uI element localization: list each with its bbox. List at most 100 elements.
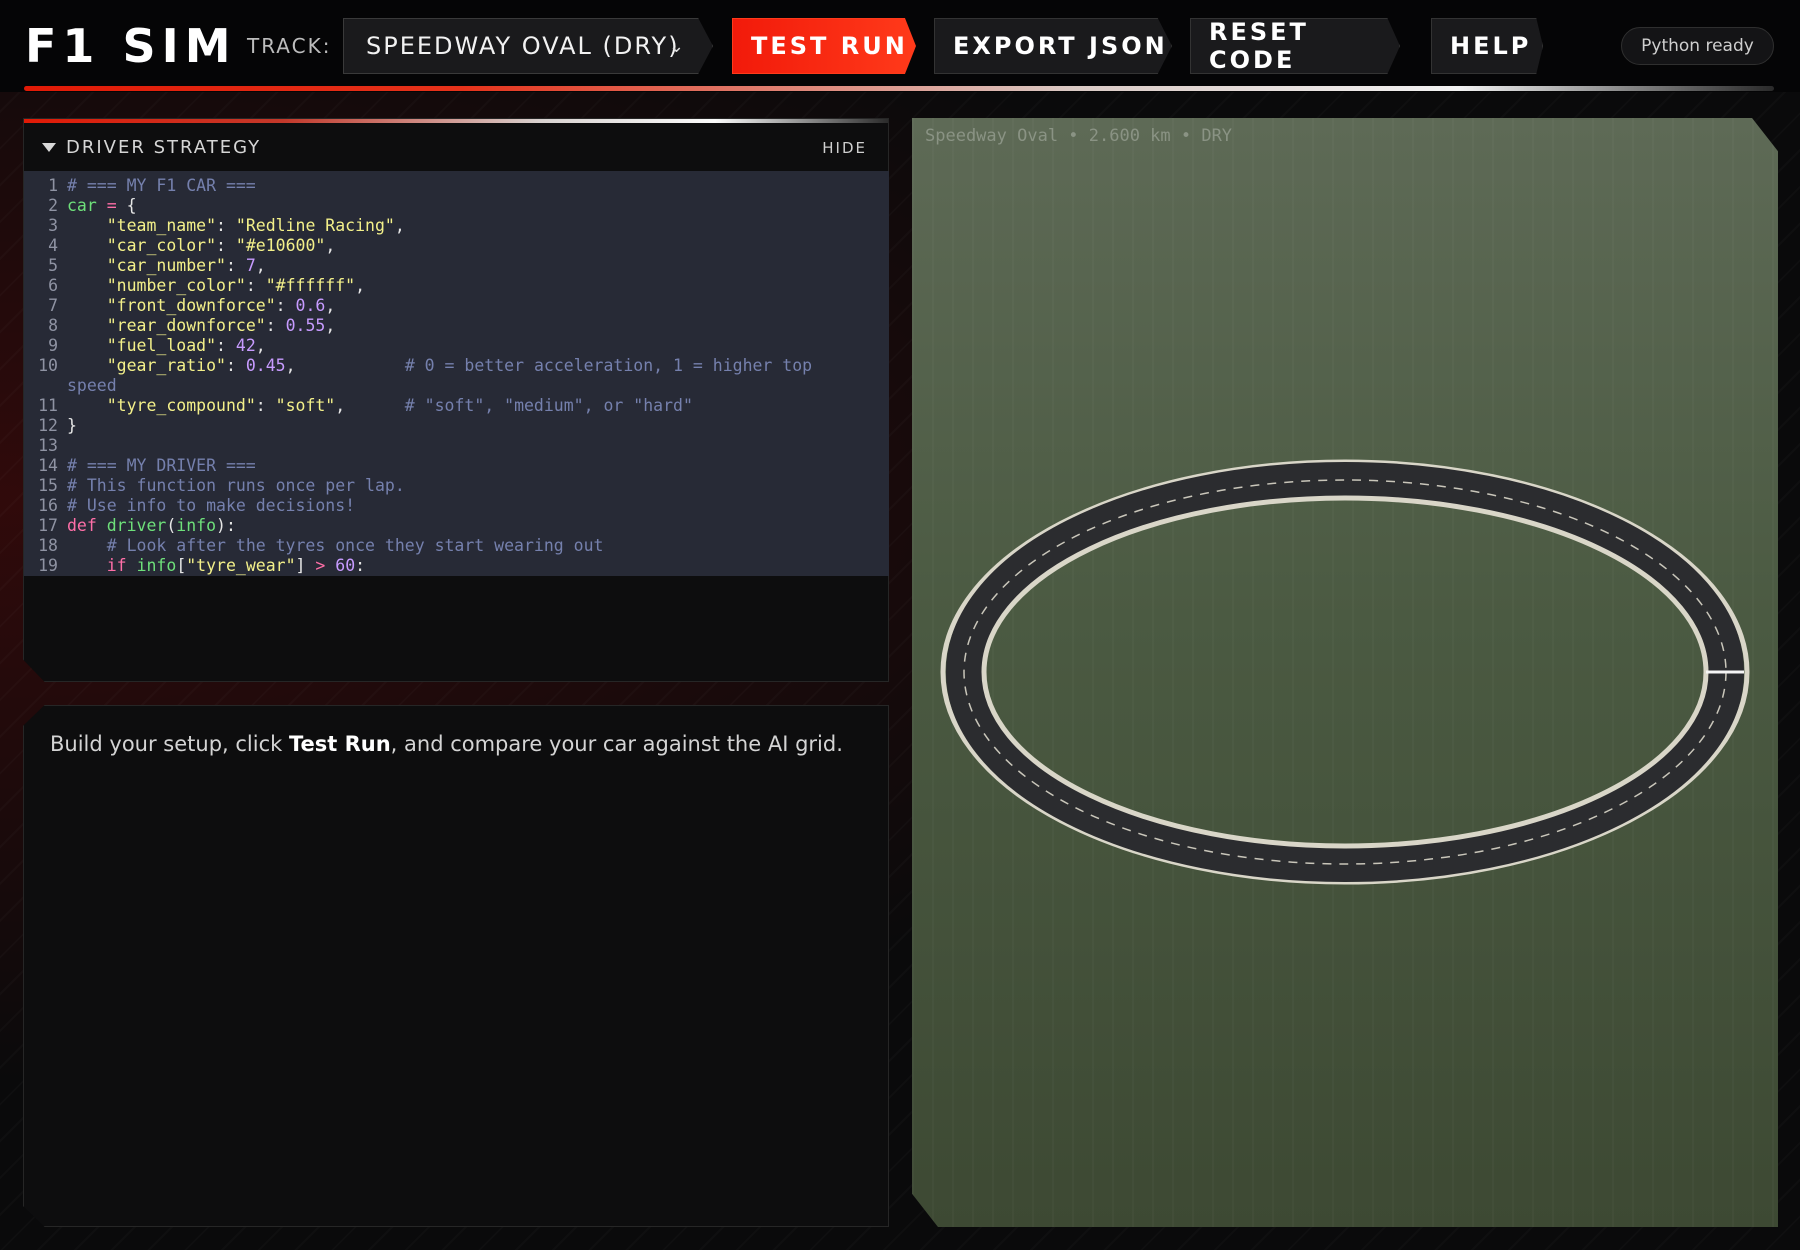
code-token: : bbox=[216, 236, 236, 255]
track-select[interactable]: SPEEDWAY OVAL (DRY) ⌄ bbox=[343, 18, 713, 74]
code-token: "tyre_compound" bbox=[67, 396, 256, 415]
code-line[interactable]: 6 "number_color": "#ffffff", bbox=[24, 276, 889, 296]
code-line[interactable]: 15 # This function runs once per lap. bbox=[24, 476, 889, 496]
instructions-text: Build your setup, click Test Run, and co… bbox=[50, 732, 843, 756]
code-token: # === MY DRIVER === bbox=[67, 456, 256, 475]
code-token: [ bbox=[176, 556, 187, 575]
strategy-panel-header[interactable]: DRIVER STRATEGY HIDE bbox=[24, 123, 888, 171]
code-line[interactable]: 1 # === MY F1 CAR === bbox=[24, 176, 889, 196]
code-token: : bbox=[265, 316, 286, 335]
code-token: # === MY F1 CAR === bbox=[67, 176, 256, 195]
code-line[interactable]: 8 "rear_downforce": 0.55, bbox=[24, 316, 889, 336]
line-number: 1 bbox=[48, 176, 58, 195]
collapse-triangle-icon[interactable] bbox=[42, 142, 56, 152]
help-button[interactable]: HELP bbox=[1431, 18, 1543, 74]
code-token: 42 bbox=[235, 336, 256, 355]
track-map bbox=[940, 459, 1750, 885]
code-text: "car_number": 7, bbox=[67, 256, 867, 276]
header-accent-line bbox=[24, 86, 1774, 91]
code-line[interactable]: 16 # Use info to make decisions! bbox=[24, 496, 889, 516]
line-number: 9 bbox=[48, 336, 58, 355]
track-inner-edge bbox=[981, 495, 1709, 849]
test-run-button[interactable]: TEST RUN bbox=[732, 18, 916, 74]
code-editor[interactable]: 1 # === MY F1 CAR === 2 car = {3 "team_name… bbox=[24, 171, 889, 576]
code-token: car bbox=[67, 196, 97, 215]
track-view: Speedway Oval • 2.600 km • DRY bbox=[912, 118, 1778, 1227]
code-text: # Use info to make decisions! bbox=[67, 496, 867, 516]
code-token: if bbox=[106, 556, 127, 575]
code-text: def driver(info): bbox=[67, 516, 867, 536]
line-number: 10 bbox=[38, 356, 58, 375]
code-text: "team_name": "Redline Racing", bbox=[67, 216, 867, 236]
line-number: 3 bbox=[48, 216, 58, 235]
code-token: : bbox=[216, 336, 236, 355]
code-line[interactable]: 19 if info["tyre_wear"] > 60: bbox=[24, 556, 889, 576]
code-token: : bbox=[225, 256, 246, 275]
code-token: def bbox=[67, 516, 97, 535]
code-line[interactable]: 13 bbox=[24, 436, 889, 456]
reset-code-button[interactable]: RESET CODE bbox=[1190, 18, 1400, 74]
code-token: = bbox=[96, 196, 127, 215]
code-token: : bbox=[255, 396, 276, 415]
code-token: , bbox=[255, 336, 266, 355]
code-token: > bbox=[315, 556, 326, 575]
code-token: "car_color" bbox=[67, 236, 217, 255]
code-line[interactable]: 9 "fuel_load": 42, bbox=[24, 336, 889, 356]
code-token: } bbox=[67, 416, 77, 435]
track-label: TRACK: bbox=[247, 34, 332, 58]
python-status-badge: Python ready bbox=[1621, 27, 1774, 65]
line-number: 15 bbox=[38, 476, 58, 495]
code-text: # Look after the tyres once they start w… bbox=[67, 536, 867, 556]
code-text: "fuel_load": 42, bbox=[67, 336, 867, 356]
code-token: 0.45 bbox=[245, 356, 286, 375]
strategy-panel-title: DRIVER STRATEGY bbox=[66, 136, 262, 158]
code-text: # This function runs once per lap. bbox=[67, 476, 867, 496]
code-token: "tyre_wear" bbox=[186, 556, 296, 575]
code-line[interactable]: 10 "gear_ratio": 0.45, # 0 = better acce… bbox=[24, 356, 889, 396]
code-token: "#ffffff" bbox=[265, 276, 356, 295]
track-select-value: SPEEDWAY OVAL (DRY) bbox=[366, 32, 680, 60]
code-token: "front_downforce" bbox=[67, 296, 276, 315]
code-token: driver bbox=[106, 516, 167, 535]
line-number: 19 bbox=[38, 556, 58, 575]
line-number: 2 bbox=[48, 196, 58, 215]
code-line[interactable]: 3 "team_name": "Redline Racing", bbox=[24, 216, 889, 236]
code-line[interactable]: 12} bbox=[24, 416, 889, 436]
code-text: } bbox=[67, 416, 867, 436]
code-token: , bbox=[355, 276, 366, 295]
driver-strategy-panel: DRIVER STRATEGY HIDE 1 # === MY F1 CAR ==… bbox=[23, 118, 889, 682]
code-line[interactable]: 2 car = { bbox=[24, 196, 889, 216]
code-token: # This function runs once per lap. bbox=[67, 476, 405, 495]
code-line[interactable]: 18 # Look after the tyres once they star… bbox=[24, 536, 889, 556]
code-token: 7 bbox=[245, 256, 256, 275]
instructions-text-after: , and compare your car against the AI gr… bbox=[390, 732, 843, 756]
code-token: ): bbox=[216, 516, 236, 535]
code-token: : bbox=[216, 216, 236, 235]
code-line[interactable]: 5 "car_number": 7, bbox=[24, 256, 889, 276]
code-token: 0.55 bbox=[285, 316, 326, 335]
app-logo: F1 SIM bbox=[25, 19, 237, 73]
code-token: "number_color" bbox=[67, 276, 246, 295]
line-number: 17 bbox=[38, 516, 58, 535]
code-line[interactable]: 7 "front_downforce": 0.6, bbox=[24, 296, 889, 316]
code-text: if info["tyre_wear"] > 60: bbox=[67, 556, 867, 576]
code-token: "gear_ratio" bbox=[67, 356, 226, 375]
line-number: 11 bbox=[38, 396, 58, 415]
line-number: 4 bbox=[48, 236, 58, 255]
export-json-button[interactable]: EXPORT JSON bbox=[934, 18, 1172, 74]
code-line[interactable]: 14 # === MY DRIVER === bbox=[24, 456, 889, 476]
line-number: 13 bbox=[38, 436, 58, 455]
instructions-text-bold: Test Run bbox=[288, 732, 391, 756]
code-line[interactable]: 4 "car_color": "#e10600", bbox=[24, 236, 889, 256]
code-text: car = { bbox=[67, 196, 867, 216]
code-text: "car_color": "#e10600", bbox=[67, 236, 867, 256]
code-line[interactable]: 17 def driver(info): bbox=[24, 516, 889, 536]
hide-button[interactable]: HIDE bbox=[822, 139, 867, 157]
code-line[interactable]: 11 "tyre_compound": "soft", # "soft", "m… bbox=[24, 396, 889, 416]
code-token: , bbox=[325, 296, 336, 315]
